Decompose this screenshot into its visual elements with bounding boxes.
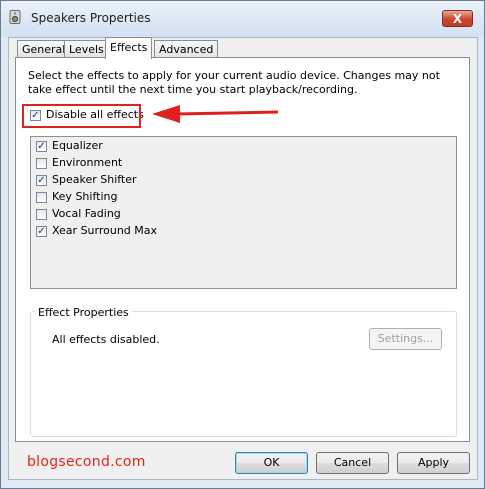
effect-checkbox[interactable]: ✓	[36, 175, 47, 186]
effect-label: Environment	[52, 156, 123, 169]
effects-list: ✓ Equalizer Environment ✓ Speaker Shifte…	[30, 136, 457, 289]
cancel-button[interactable]: Cancel	[316, 452, 389, 474]
tab-label: Advanced	[159, 43, 214, 56]
effect-checkbox[interactable]	[36, 192, 47, 203]
tab-label: General	[22, 43, 66, 56]
close-icon: X	[452, 12, 463, 26]
ok-button[interactable]: OK	[235, 452, 308, 474]
effect-properties-title: Effect Properties	[35, 306, 132, 319]
effect-label: Vocal Fading	[52, 207, 121, 220]
effect-label: Speaker Shifter	[52, 173, 137, 186]
tab-general[interactable]: General	[17, 40, 71, 58]
tab-label: Effects	[110, 41, 148, 54]
apply-button[interactable]: Apply	[397, 452, 470, 474]
settings-button[interactable]: Settings...	[369, 328, 442, 350]
speaker-icon	[9, 10, 21, 24]
effect-checkbox[interactable]	[36, 209, 47, 220]
tab-label: Levels	[69, 43, 104, 56]
effect-label: Key Shifting	[52, 190, 118, 203]
effect-label: Equalizer	[52, 139, 103, 152]
title-bar[interactable]: Speakers Properties X	[1, 1, 484, 37]
close-button[interactable]: X	[442, 10, 473, 27]
effect-checkbox[interactable]	[36, 158, 47, 169]
effects-description: Select the effects to apply for your cur…	[28, 69, 440, 96]
tab-effects[interactable]: Effects	[105, 37, 153, 59]
watermark-text: blogsecond.com	[27, 454, 146, 470]
effect-checkbox[interactable]: ✓	[36, 141, 47, 152]
annotation-arrow-icon	[152, 105, 279, 123]
window-title: Speakers Properties	[31, 11, 151, 25]
effect-label: Xear Surround Max	[52, 224, 158, 237]
annotation-highlight-box	[22, 104, 141, 128]
tab-advanced[interactable]: Advanced	[154, 40, 219, 58]
effects-status-text: All effects disabled.	[52, 333, 160, 346]
effect-checkbox[interactable]: ✓	[36, 226, 47, 237]
tab-levels[interactable]: Levels	[64, 40, 109, 58]
